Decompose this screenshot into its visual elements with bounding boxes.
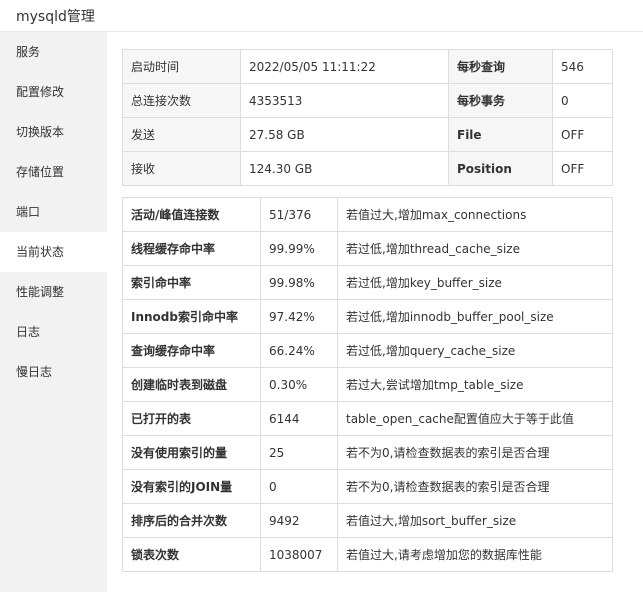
metric-advice: 若值过大,增加max_connections — [337, 197, 613, 232]
metric-value: 51/376 — [260, 197, 338, 232]
sidebar-item-switch-version[interactable]: 切换版本 — [0, 112, 107, 152]
metric-advice: 若值过大,请考虑增加您的数据库性能 — [337, 537, 613, 572]
metrics-table: 活动/峰值连接数 51/376 若值过大,增加max_connections 线… — [122, 197, 613, 572]
metric-advice: 若过低,增加key_buffer_size — [337, 265, 613, 300]
metric-value: 0.30% — [260, 367, 338, 402]
summary-value: 0 — [552, 83, 613, 118]
summary-label: Position — [448, 151, 553, 186]
metric-name: 索引命中率 — [122, 265, 261, 300]
sidebar-item-storage[interactable]: 存储位置 — [0, 152, 107, 192]
table-row: 索引命中率 99.98% 若过低,增加key_buffer_size — [122, 265, 613, 300]
metric-value: 99.99% — [260, 231, 338, 266]
metric-name: 创建临时表到磁盘 — [122, 367, 261, 402]
table-row: 总连接次数 4353513 每秒事务 0 — [122, 83, 613, 118]
window-title: mysqld管理 — [16, 9, 95, 25]
metric-advice: 若不为0,请检查数据表的索引是否合理 — [337, 435, 613, 470]
metric-name: 锁表次数 — [122, 537, 261, 572]
metric-name: 线程缓存命中率 — [122, 231, 261, 266]
summary-value: 4353513 — [240, 83, 449, 118]
title-bar: mysqld管理 — [0, 0, 643, 32]
metric-advice: 若过低,增加thread_cache_size — [337, 231, 613, 266]
table-row: 活动/峰值连接数 51/376 若值过大,增加max_connections — [122, 197, 613, 232]
metric-name: 排序后的合并次数 — [122, 503, 261, 538]
summary-value: OFF — [552, 117, 613, 152]
metric-advice: 若过低,增加query_cache_size — [337, 333, 613, 368]
summary-value: OFF — [552, 151, 613, 186]
metric-name: 查询缓存命中率 — [122, 333, 261, 368]
table-row: 没有使用索引的量 25 若不为0,请检查数据表的索引是否合理 — [122, 435, 613, 470]
metric-value: 25 — [260, 435, 338, 470]
sidebar-item-slow-log[interactable]: 慢日志 — [0, 352, 107, 392]
metric-name: 没有索引的JOIN量 — [122, 469, 261, 504]
metric-advice: 若过低,增加innodb_buffer_pool_size — [337, 299, 613, 334]
table-row: 排序后的合并次数 9492 若值过大,增加sort_buffer_size — [122, 503, 613, 538]
metric-name: 活动/峰值连接数 — [122, 197, 261, 232]
summary-label: 接收 — [122, 151, 241, 186]
summary-label: 发送 — [122, 117, 241, 152]
metric-advice: table_open_cache配置值应大于等于此值 — [337, 401, 613, 436]
table-row: 启动时间 2022/05/05 11:11:22 每秒查询 546 — [122, 49, 613, 84]
table-row: 发送 27.58 GB File OFF — [122, 117, 613, 152]
sidebar: 服务 配置修改 切换版本 存储位置 端口 当前状态 性能调整 日志 慢日志 — [0, 32, 107, 592]
summary-value: 2022/05/05 11:11:22 — [240, 49, 449, 84]
table-row: 查询缓存命中率 66.24% 若过低,增加query_cache_size — [122, 333, 613, 368]
metric-name: Innodb索引命中率 — [122, 299, 261, 334]
metric-value: 1038007 — [260, 537, 338, 572]
summary-label: 每秒事务 — [448, 83, 553, 118]
table-row: 创建临时表到磁盘 0.30% 若过大,尝试增加tmp_table_size — [122, 367, 613, 402]
metric-name: 已打开的表 — [122, 401, 261, 436]
metric-advice: 若值过大,增加sort_buffer_size — [337, 503, 613, 538]
table-row: 线程缓存命中率 99.99% 若过低,增加thread_cache_size — [122, 231, 613, 266]
summary-value: 546 — [552, 49, 613, 84]
summary-table: 启动时间 2022/05/05 11:11:22 每秒查询 546 总连接次数 … — [122, 49, 613, 186]
sidebar-item-config[interactable]: 配置修改 — [0, 72, 107, 112]
table-row: 没有索引的JOIN量 0 若不为0,请检查数据表的索引是否合理 — [122, 469, 613, 504]
metric-advice: 若过大,尝试增加tmp_table_size — [337, 367, 613, 402]
table-row: 已打开的表 6144 table_open_cache配置值应大于等于此值 — [122, 401, 613, 436]
summary-label: 总连接次数 — [122, 83, 241, 118]
metric-value: 6144 — [260, 401, 338, 436]
sidebar-item-service[interactable]: 服务 — [0, 32, 107, 72]
metric-value: 99.98% — [260, 265, 338, 300]
summary-label: File — [448, 117, 553, 152]
sidebar-item-status[interactable]: 当前状态 — [0, 232, 107, 272]
summary-label: 每秒查询 — [448, 49, 553, 84]
metric-advice: 若不为0,请检查数据表的索引是否合理 — [337, 469, 613, 504]
table-row: 接收 124.30 GB Position OFF — [122, 151, 613, 186]
sidebar-item-port[interactable]: 端口 — [0, 192, 107, 232]
metric-value: 66.24% — [260, 333, 338, 368]
table-row: Innodb索引命中率 97.42% 若过低,增加innodb_buffer_p… — [122, 299, 613, 334]
summary-label: 启动时间 — [122, 49, 241, 84]
metric-value: 0 — [260, 469, 338, 504]
summary-value: 124.30 GB — [240, 151, 449, 186]
summary-value: 27.58 GB — [240, 117, 449, 152]
sidebar-item-performance[interactable]: 性能调整 — [0, 272, 107, 312]
table-row: 锁表次数 1038007 若值过大,请考虑增加您的数据库性能 — [122, 537, 613, 572]
status-panel: 启动时间 2022/05/05 11:11:22 每秒查询 546 总连接次数 … — [122, 49, 613, 572]
metric-value: 97.42% — [260, 299, 338, 334]
sidebar-item-log[interactable]: 日志 — [0, 312, 107, 352]
metric-value: 9492 — [260, 503, 338, 538]
metric-name: 没有使用索引的量 — [122, 435, 261, 470]
